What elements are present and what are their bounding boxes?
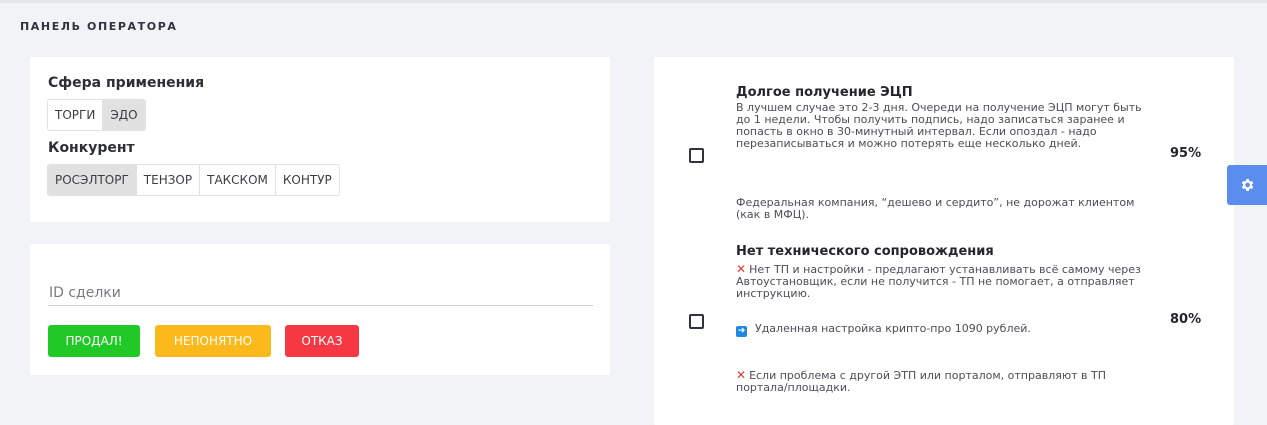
objection-checkbox[interactable] (689, 148, 704, 163)
top-divider (0, 0, 1267, 3)
objection-note: ➜ Удаленная настройка крипто-про 1090 руб… (736, 323, 1156, 337)
objection-extra-note: ✕ Если проблема с другой ЭТП или порталом… (736, 369, 1156, 394)
objection-description-text: Нет ТП и настройки - предлагают устанавл… (736, 263, 1141, 300)
objection-title: Долгое получение ЭЦП (736, 85, 913, 100)
deal-card: ПРОДАЛ! НЕПОНЯТНО ОТКАЗ (30, 244, 610, 375)
filters-card: Сфера применения ТОРГИ ЭДО Конкурент РОС… (30, 57, 610, 222)
cross-icon: ✕ (736, 368, 747, 382)
competitor-option-takskom[interactable]: ТАКСКОМ (200, 165, 276, 195)
competitor-option-kontur[interactable]: КОНТУР (275, 165, 339, 195)
arrow-right-icon: ➜ (736, 326, 747, 337)
cross-icon: ✕ (736, 262, 747, 276)
scope-label: Сфера применения (48, 75, 205, 91)
deal-id-input[interactable] (48, 280, 593, 306)
gear-icon (1241, 179, 1254, 191)
objection-percent: 95% (1170, 146, 1202, 161)
scope-segmented-control: ТОРГИ ЭДО (47, 99, 146, 131)
refuse-button[interactable]: ОТКАЗ (285, 325, 359, 357)
unclear-button[interactable]: НЕПОНЯТНО (155, 325, 271, 357)
competitor-option-tenzor[interactable]: ТЕНЗОР (136, 165, 201, 195)
objection-note: Федеральная компания, “дешево и сердито”… (736, 196, 1135, 221)
objections-card: Долгое получение ЭЦП В лучшем случае это… (654, 57, 1234, 425)
objection-percent: 80% (1170, 312, 1202, 327)
objection-title: Нет технического сопровождения (736, 244, 994, 259)
objection-extra-note-text: Если проблема с другой ЭТП или порталом,… (736, 369, 1106, 394)
competitor-segmented-control: РОСЭЛТОРГ ТЕНЗОР ТАКСКОМ КОНТУР (47, 164, 340, 196)
objection-description: В лучшем случае это 2-3 дня. Очереди на … (736, 101, 1142, 150)
scope-option-edo[interactable]: ЭДО (103, 100, 145, 130)
settings-button[interactable] (1227, 165, 1267, 205)
competitor-option-roseltorg[interactable]: РОСЭЛТОРГ (48, 165, 137, 195)
competitor-label: Конкурент (48, 140, 135, 156)
page-title: ПАНЕЛЬ ОПЕРАТОРА (20, 20, 178, 33)
objection-description: ✕ Нет ТП и настройки - предлагают устанав… (736, 263, 1156, 300)
objection-note-text: Удаленная настройка крипто-про 1090 рубл… (755, 322, 1031, 335)
scope-option-torgi[interactable]: ТОРГИ (48, 100, 104, 130)
sold-button[interactable]: ПРОДАЛ! (48, 325, 140, 357)
objection-checkbox[interactable] (689, 314, 704, 329)
